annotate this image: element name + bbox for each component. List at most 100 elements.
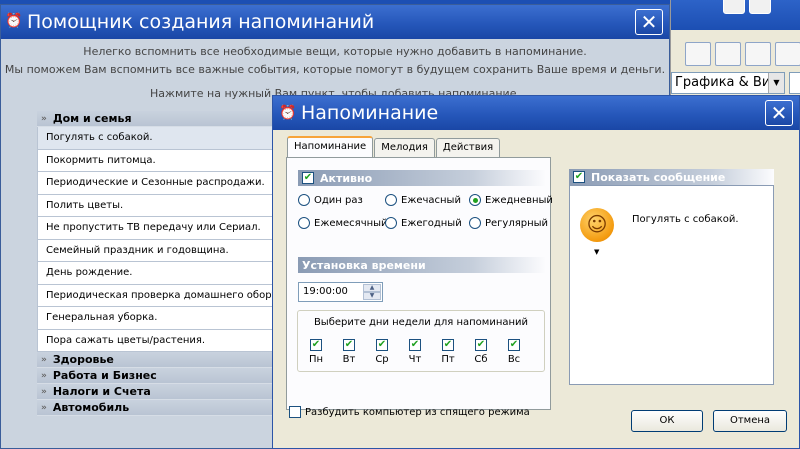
day-label: Пн <box>308 354 324 365</box>
wake-label: Разбудить компьютер из спящего режима <box>305 406 530 418</box>
list-item[interactable]: Не пропустить ТВ передачу или Сериал. <box>37 217 277 240</box>
category-label: Дом и семья <box>52 112 132 125</box>
tab-melody[interactable]: Мелодия <box>374 138 435 158</box>
smiley-icon[interactable]: ☺ <box>580 208 614 242</box>
tab-actions[interactable]: Действия <box>435 138 501 158</box>
intro-line-1: Нелегко вспомнить все необходимые вещи, … <box>83 45 587 58</box>
day-checkbox[interactable]: ✔ <box>409 339 421 351</box>
time-spinner[interactable]: ▲ ▼ <box>363 284 381 300</box>
radio-hourly-circle[interactable] <box>385 194 397 206</box>
day-tue[interactable]: ✔ Вт <box>339 339 359 365</box>
category-label: Автомобиль <box>52 401 130 414</box>
category-home-family[interactable]: » Дом и семья <box>37 111 277 127</box>
day-checkbox[interactable]: ✔ <box>475 339 487 351</box>
time-value: 19:00:00 <box>303 286 348 297</box>
radio-regular[interactable]: Регулярный <box>469 217 548 229</box>
reminder-close-button[interactable]: ✕ <box>765 100 793 126</box>
day-fri[interactable]: ✔ Пт <box>438 339 458 365</box>
day-checkbox[interactable]: ✔ <box>376 339 388 351</box>
list-item[interactable]: Семейный праздник и годовщина. <box>37 239 277 262</box>
reminder-dialog: ⏰ Напоминание ✕ Напоминание Мелодия Дейс… <box>272 95 800 449</box>
list-item[interactable]: Покормить питомца. <box>37 149 277 172</box>
chevron-down-icon[interactable]: ▼ <box>594 248 599 256</box>
list-item[interactable]: Периодическая проверка домашнего оборудо… <box>37 284 277 307</box>
day-label: Чт <box>408 354 422 365</box>
radio-daily[interactable]: Ежедневный <box>469 194 553 206</box>
message-panel: ☺ ▼ Погулять с собакой. <box>569 185 774 385</box>
chevron-down-icon[interactable]: ▼ <box>768 73 784 93</box>
weekdays-group: Выберите дни недели для напоминаний ✔ Пн … <box>297 310 545 372</box>
radio-yearly-circle[interactable] <box>385 217 397 229</box>
radio-once[interactable]: Один раз <box>298 194 363 206</box>
wizard-intro: Нелегко вспомнить все необходимые вещи, … <box>1 43 669 79</box>
wake-option[interactable]: ✔ Разбудить компьютер из спящего режима <box>289 406 530 418</box>
list-item[interactable]: День рождение. <box>37 262 277 285</box>
message-text: Погулять с собакой. <box>632 214 739 225</box>
radio-label: Регулярный <box>485 217 549 229</box>
radio-hourly[interactable]: Ежечасный <box>385 194 461 206</box>
secondary-combo[interactable] <box>789 72 800 94</box>
toolbar-layout-icon[interactable] <box>685 42 711 66</box>
spin-up-icon[interactable]: ▲ <box>363 284 381 292</box>
day-checkbox[interactable]: ✔ <box>310 339 322 351</box>
day-checkbox[interactable]: ✔ <box>442 339 454 351</box>
list-item[interactable]: Пора сажать цветы/растения. <box>37 329 277 352</box>
day-sun[interactable]: ✔ Вс <box>504 339 524 365</box>
day-label: Вс <box>507 354 521 365</box>
cancel-button[interactable]: Отмена <box>713 410 787 432</box>
day-sat[interactable]: ✔ Сб <box>471 339 491 365</box>
wizard-titlebar: ⏰ Помощник создания напоминаний <box>1 5 669 39</box>
chevron-icon: » <box>41 370 47 381</box>
list-item[interactable]: Генеральная уборка. <box>37 307 277 330</box>
toolbar-extra-icon[interactable] <box>775 42 800 66</box>
radio-monthly-circle[interactable] <box>298 217 310 229</box>
active-checkbox[interactable]: ✔ <box>302 172 314 184</box>
ok-button[interactable]: ОК <box>631 410 703 432</box>
radio-label: Ежемесячный <box>314 217 388 229</box>
time-header: Установка времени <box>298 257 546 273</box>
wizard-title: Помощник создания напоминаний <box>27 11 375 33</box>
chevron-icon: » <box>41 354 47 365</box>
show-message-checkbox[interactable]: ✔ <box>573 171 585 183</box>
spin-down-icon[interactable]: ▼ <box>363 292 381 300</box>
list-item[interactable]: Полить цветы. <box>37 194 277 217</box>
category-label: Налоги и Счета <box>52 385 151 398</box>
category-work[interactable]: » Работа и Бизнес <box>37 368 277 384</box>
maximize-button[interactable] <box>723 0 745 14</box>
category-label: Работа и Бизнес <box>52 369 157 382</box>
show-message-header: ✔ Показать сообщение <box>569 169 774 185</box>
close-button-bg[interactable] <box>749 0 771 14</box>
category-combo-value: Графика & Ви <box>675 75 771 90</box>
toolbar-picture-icon[interactable] <box>745 42 771 66</box>
day-label: Пт <box>441 354 455 365</box>
day-checkbox[interactable]: ✔ <box>508 339 520 351</box>
category-health[interactable]: » Здоровье <box>37 352 277 368</box>
day-wed[interactable]: ✔ Ср <box>372 339 392 365</box>
category-combo[interactable]: Графика & Ви ▼ <box>671 72 785 94</box>
category-car[interactable]: » Автомобиль <box>37 400 277 416</box>
day-label: Ср <box>375 354 389 365</box>
category-list: » Дом и семья Погулять с собакой. Покорм… <box>37 111 277 416</box>
wake-checkbox[interactable]: ✔ <box>289 406 301 418</box>
alarm-clock-icon: ⏰ <box>279 105 297 121</box>
radio-monthly[interactable]: Ежемесячный <box>298 217 388 229</box>
show-message-label: Показать сообщение <box>591 170 726 184</box>
radio-yearly[interactable]: Ежегодный <box>385 217 462 229</box>
day-checkbox[interactable]: ✔ <box>343 339 355 351</box>
list-item[interactable]: Периодические и Сезонные распродажи. <box>37 172 277 195</box>
category-label: Здоровье <box>52 353 114 366</box>
list-item[interactable]: Погулять с собакой. <box>37 127 277 150</box>
day-thu[interactable]: ✔ Чт <box>405 339 425 365</box>
time-input[interactable]: 19:00:00 ▲ ▼ <box>298 282 383 302</box>
toolbar-image-icon[interactable] <box>715 42 741 66</box>
chevron-icon: » <box>41 386 47 397</box>
radio-once-circle[interactable] <box>298 194 310 206</box>
wizard-close-button[interactable]: ✕ <box>635 9 663 35</box>
tab-reminder[interactable]: Напоминание <box>287 136 374 158</box>
radio-daily-circle[interactable] <box>469 194 481 206</box>
reminder-title: Напоминание <box>301 102 439 124</box>
radio-label: Ежегодный <box>401 217 462 229</box>
category-taxes[interactable]: » Налоги и Счета <box>37 384 277 400</box>
radio-regular-circle[interactable] <box>469 217 481 229</box>
day-mon[interactable]: ✔ Пн <box>306 339 326 365</box>
